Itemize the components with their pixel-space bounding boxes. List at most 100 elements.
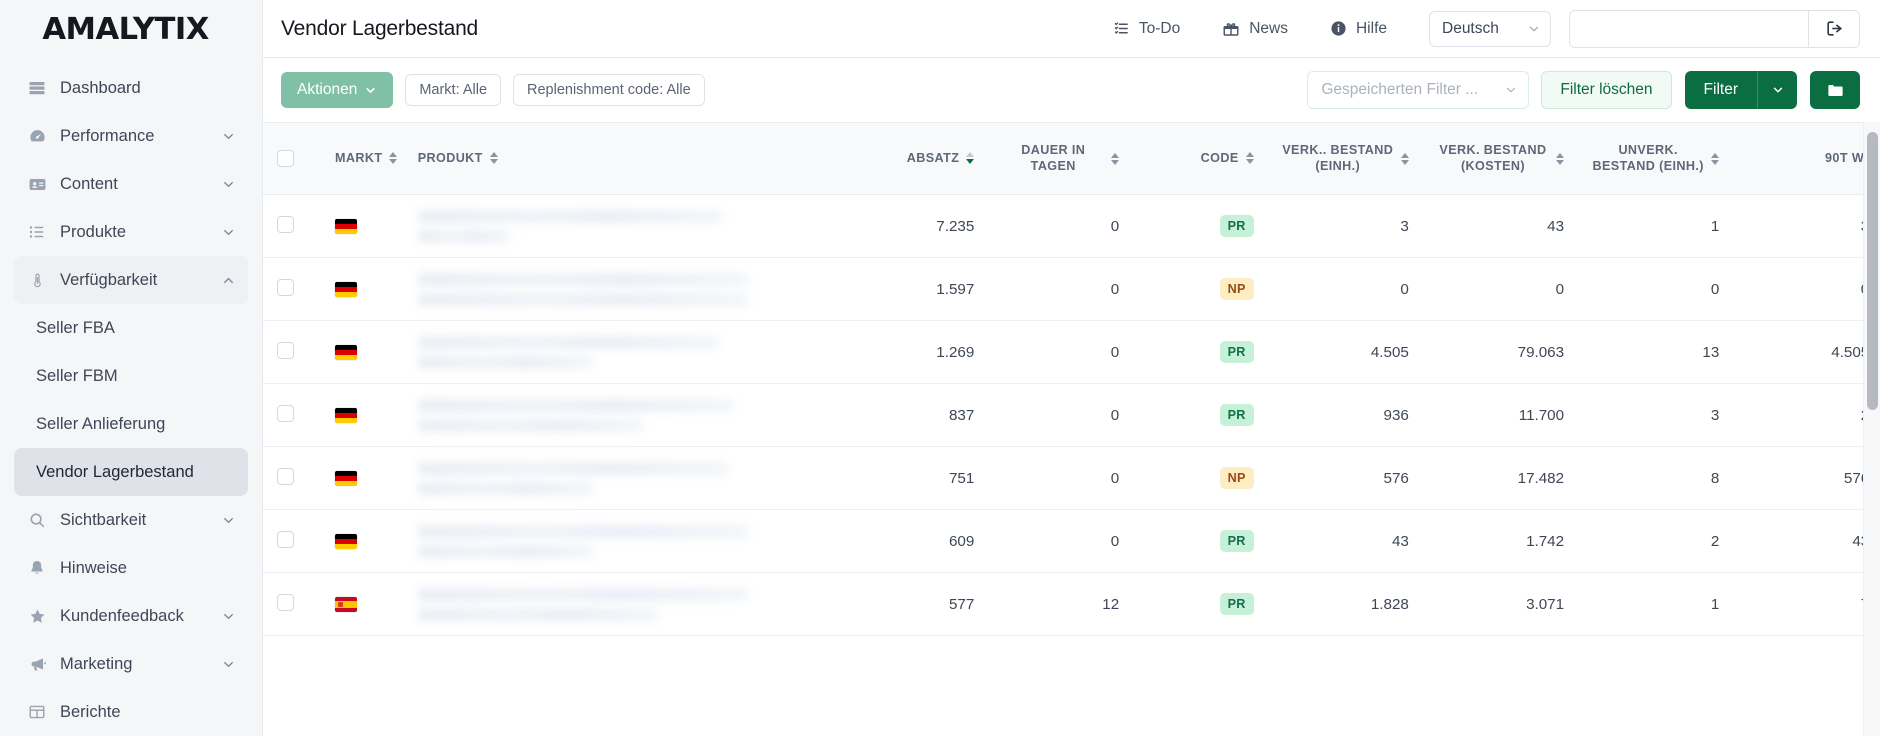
filter-chip-replenishment-code[interactable]: Replenishment code: Alle bbox=[513, 74, 705, 106]
sidebar-item-hinweise[interactable]: Hinweise bbox=[14, 544, 248, 592]
row-unverk-bestand-einheiten: 1 bbox=[1578, 194, 1734, 258]
clear-filter-button[interactable]: Filter löschen bbox=[1541, 71, 1672, 109]
sidebar-item-kundenfeedback[interactable]: Kundenfeedback bbox=[14, 592, 248, 640]
main-area: Vendor Lagerbestand To-Do News Hilfe Deu… bbox=[263, 0, 1880, 736]
news-link[interactable]: News bbox=[1222, 20, 1288, 38]
sidebar-subitem-seller-anlieferung[interactable]: Seller Anlieferung bbox=[14, 400, 248, 448]
sort-toggle-icon[interactable] bbox=[1711, 152, 1720, 165]
flag-icon-es bbox=[334, 596, 357, 612]
table-row[interactable]: 7.2350PR34313 EUR43 bbox=[263, 194, 1863, 258]
filter-chip-markt[interactable]: Markt: Alle bbox=[405, 74, 502, 106]
row-market-cell bbox=[320, 383, 404, 447]
table-header-unverk_bestand_einh[interactable]: UNVERK. BESTAND (EINH.) bbox=[1578, 122, 1734, 195]
row-market-cell bbox=[320, 572, 404, 636]
row-checkbox[interactable] bbox=[277, 341, 294, 359]
row-product-cell[interactable] bbox=[403, 194, 844, 258]
row-product-cell[interactable] bbox=[403, 446, 844, 510]
flag-icon-de bbox=[334, 470, 357, 486]
help-link[interactable]: Hilfe bbox=[1330, 20, 1387, 38]
todo-link[interactable]: To-Do bbox=[1113, 20, 1180, 38]
scrollbar-thumb[interactable] bbox=[1867, 132, 1878, 410]
table-row[interactable]: 1.5970NP0000 EUR0 bbox=[263, 257, 1863, 321]
table-header-produkt[interactable]: PRODUKT bbox=[403, 122, 844, 195]
sidebar-item-dashboard[interactable]: Dashboard bbox=[14, 64, 248, 112]
sort-toggle-icon[interactable] bbox=[1400, 152, 1409, 165]
table-header-absatz[interactable]: ABSATZ bbox=[843, 122, 989, 195]
sidebar-item-produkte[interactable]: Produkte bbox=[14, 208, 248, 256]
filter-dropdown-button[interactable] bbox=[1757, 71, 1797, 109]
search-input[interactable] bbox=[1569, 9, 1808, 48]
sidebar-item-performance[interactable]: Performance bbox=[14, 112, 248, 160]
row-checkbox[interactable] bbox=[277, 467, 294, 485]
filter-button[interactable]: Filter bbox=[1684, 71, 1757, 109]
row-select-cell bbox=[263, 383, 321, 447]
saved-filter-select[interactable]: Gespeicherten Filter ... bbox=[1307, 71, 1530, 109]
sidebar-item-verf-gbarkeit[interactable]: Verfügbarkeit bbox=[14, 256, 248, 304]
row-checkbox[interactable] bbox=[277, 593, 294, 611]
row-market-cell bbox=[320, 320, 404, 384]
row-verk-bestand-einheiten: 936 bbox=[1267, 383, 1423, 447]
status-badge: NP bbox=[1219, 467, 1254, 489]
row-unverk-bestand-einheiten: 13 bbox=[1578, 320, 1734, 384]
row-checkbox[interactable] bbox=[277, 530, 294, 548]
row-product-cell[interactable] bbox=[403, 383, 844, 447]
sidebar-item-content[interactable]: Content bbox=[14, 160, 248, 208]
product-subtitle-redacted bbox=[417, 544, 593, 558]
select-all-checkbox[interactable] bbox=[277, 150, 294, 167]
chevron-down-icon[interactable] bbox=[221, 177, 236, 192]
save-filter-folder-button[interactable] bbox=[1810, 71, 1860, 109]
filter-toolbar: Aktionen Markt: Alle Replenishment code:… bbox=[263, 58, 1880, 122]
row-checkbox[interactable] bbox=[277, 404, 294, 422]
table-header-label: CODE bbox=[1200, 150, 1239, 165]
table-header-wert_90t[interactable]: 90T WERT bbox=[1733, 122, 1863, 195]
table-row[interactable]: 1.2690PR4.50579.063134.505 EUR79.063 bbox=[263, 320, 1863, 384]
row-absatz: 577 bbox=[843, 572, 989, 636]
table-header-verk_bestand_kosten[interactable]: VERK. BESTAND (KOSTEN) bbox=[1422, 122, 1579, 195]
row-product-cell[interactable] bbox=[403, 509, 844, 573]
row-select-cell bbox=[263, 572, 321, 636]
row-checkbox[interactable] bbox=[277, 278, 294, 296]
chevron-down-icon[interactable] bbox=[221, 129, 236, 144]
table-row[interactable]: 8370PR93611.70032 EUR25 bbox=[263, 383, 1863, 447]
sort-toggle-icon[interactable] bbox=[389, 152, 398, 165]
bell-icon bbox=[26, 559, 48, 577]
logout-button[interactable] bbox=[1808, 9, 1860, 48]
vertical-scrollbar[interactable] bbox=[1863, 122, 1880, 736]
chevron-down-icon[interactable] bbox=[221, 657, 236, 672]
row-product-cell[interactable] bbox=[403, 572, 844, 636]
product-subtitle-redacted bbox=[417, 292, 748, 306]
sort-toggle-icon[interactable] bbox=[1245, 152, 1254, 165]
sidebar-subitem-seller-fbm[interactable]: Seller FBM bbox=[14, 352, 248, 400]
sort-toggle-icon[interactable] bbox=[966, 152, 975, 165]
language-select[interactable]: Deutsch bbox=[1429, 10, 1551, 47]
sort-toggle-icon[interactable] bbox=[1556, 152, 1565, 165]
row-checkbox[interactable] bbox=[277, 215, 294, 233]
sidebar-item-berichte[interactable]: Berichte bbox=[14, 688, 248, 736]
table-header-code[interactable]: CODE bbox=[1133, 122, 1268, 195]
product-name-redacted bbox=[417, 398, 733, 412]
sidebar-subitem-vendor-lagerbestand[interactable]: Vendor Lagerbestand bbox=[14, 448, 248, 496]
chevron-down-icon[interactable] bbox=[221, 609, 236, 624]
row-absatz: 1.269 bbox=[843, 320, 989, 384]
table-row[interactable]: 6090PR431.742243 EUR1.742 bbox=[263, 509, 1863, 573]
sidebar-item-sichtbarkeit[interactable]: Sichtbarkeit bbox=[14, 496, 248, 544]
top-header: Vendor Lagerbestand To-Do News Hilfe Deu… bbox=[263, 0, 1880, 58]
table-header-markt[interactable]: MARKT bbox=[320, 122, 404, 195]
table-header-dauer[interactable]: DAUER IN TAGEN bbox=[988, 122, 1134, 195]
tasklist-icon bbox=[1113, 20, 1130, 37]
chevron-down-icon[interactable] bbox=[221, 513, 236, 528]
sidebar-item-marketing[interactable]: Marketing bbox=[14, 640, 248, 688]
sidebar-subitem-seller-fba[interactable]: Seller FBA bbox=[14, 304, 248, 352]
app-logo[interactable]: AMALYTIX bbox=[0, 0, 262, 58]
sort-toggle-icon[interactable] bbox=[1111, 152, 1120, 165]
row-product-cell[interactable] bbox=[403, 320, 844, 384]
table-row[interactable]: 7510NP57617.4828576 EUR17.482 bbox=[263, 446, 1863, 510]
row-product-cell[interactable] bbox=[403, 257, 844, 321]
table-header-label: ABSATZ bbox=[906, 150, 960, 165]
table-row[interactable]: 57712PR1.8283.07117 EUR12 bbox=[263, 572, 1863, 636]
table-header-verk_bestand_einh[interactable]: VERK.. BESTAND (EINH.) bbox=[1267, 122, 1423, 195]
actions-button[interactable]: Aktionen bbox=[281, 72, 394, 108]
chevron-up-icon[interactable] bbox=[221, 273, 236, 288]
sort-toggle-icon[interactable] bbox=[489, 152, 498, 165]
chevron-down-icon[interactable] bbox=[221, 225, 236, 240]
